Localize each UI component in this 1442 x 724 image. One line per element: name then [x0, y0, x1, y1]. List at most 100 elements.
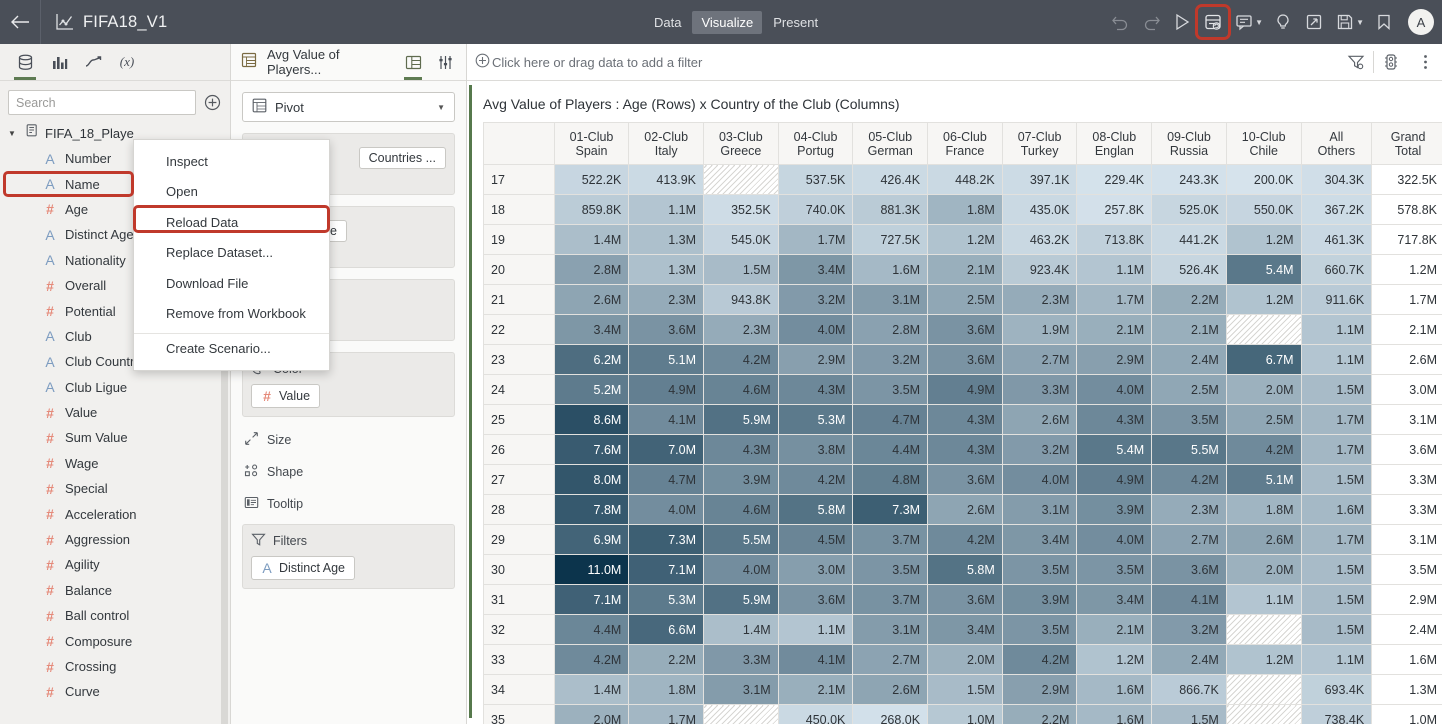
traffic-light-icon[interactable] [1374, 44, 1408, 81]
table-row[interactable]: 212.6M2.3M943.8K3.2M3.1M2.5M2.3M1.7M2.2M… [484, 285, 1442, 315]
pivot-cell[interactable]: 304.3K [1301, 165, 1372, 195]
columns-shelf-pill[interactable]: Countries ... [359, 147, 446, 169]
pivot-cell[interactable]: 2.8M [554, 255, 629, 285]
pivot-cell[interactable]: 2.6M [1002, 405, 1077, 435]
pivot-cell[interactable]: 3.5M [1002, 555, 1077, 585]
pivot-cell[interactable]: 740.0K [778, 195, 853, 225]
table-row[interactable]: 18859.8K1.1M352.5K740.0K881.3K1.8M435.0K… [484, 195, 1442, 225]
pivot-cell[interactable]: 3.9M [1077, 495, 1152, 525]
pivot-cell[interactable]: 3.2M [778, 285, 853, 315]
pivot-cell[interactable]: 4.0M [1002, 465, 1077, 495]
pivot-cell[interactable] [704, 705, 779, 724]
pivot-cell[interactable]: 3.3M [1372, 465, 1442, 495]
pivot-cell[interactable]: 450.0K [778, 705, 853, 724]
pivot-cell[interactable]: 1.7M [778, 225, 853, 255]
insight-bulb-icon[interactable] [1268, 7, 1298, 37]
pivot-cell[interactable]: 2.5M [1226, 405, 1301, 435]
pivot-column-header[interactable]: 10-ClubChile [1226, 123, 1301, 165]
table-row[interactable]: 236.2M5.1M4.2M2.9M3.2M3.6M2.7M2.9M2.4M6.… [484, 345, 1442, 375]
avatar[interactable]: A [1408, 9, 1434, 35]
pivot-cell[interactable]: 397.1K [1002, 165, 1077, 195]
pivot-cell[interactable]: 1.1M [1301, 345, 1372, 375]
pivot-cell[interactable]: 5.3M [629, 585, 704, 615]
context-menu-item[interactable]: Reload Data [134, 207, 329, 238]
pivot-cell[interactable]: 2.6M [1372, 345, 1442, 375]
pivot-cell[interactable]: 4.9M [629, 375, 704, 405]
pivot-cell[interactable]: 1.1M [629, 195, 704, 225]
pivot-cell[interactable]: 3.6M [928, 345, 1003, 375]
pivot-cell[interactable]: 2.1M [1372, 315, 1442, 345]
pivot-cell[interactable]: 1.3M [1372, 675, 1442, 705]
pivot-cell[interactable]: 545.0K [704, 225, 779, 255]
pivot-cell[interactable]: 1.1M [778, 615, 853, 645]
pivot-cell[interactable]: 7.0M [629, 435, 704, 465]
table-row[interactable]: 341.4M1.8M3.1M2.1M2.6M1.5M2.9M1.6M866.7K… [484, 675, 1442, 705]
pivot-cell[interactable]: 3.6M [928, 315, 1003, 345]
color-shelf-pill[interactable]: # Value [251, 384, 320, 408]
pivot-cell[interactable]: 3.5M [1372, 555, 1442, 585]
pivot-column-header[interactable]: 04-ClubPortug [778, 123, 853, 165]
pivot-cell[interactable]: 463.2K [1002, 225, 1077, 255]
pivot-cell[interactable]: 1.0M [928, 705, 1003, 724]
pivot-cell[interactable]: 6.2M [554, 345, 629, 375]
table-row[interactable]: 278.0M4.7M3.9M4.2M4.8M3.6M4.0M4.9M4.2M5.… [484, 465, 1442, 495]
pivot-column-header[interactable]: 06-ClubFrance [928, 123, 1003, 165]
pivot-cell[interactable]: 2.5M [928, 285, 1003, 315]
reload-data-icon[interactable] [1198, 7, 1228, 37]
pivot-cell[interactable]: 4.0M [778, 315, 853, 345]
pivot-cell[interactable]: 3.5M [853, 555, 928, 585]
pivot-cell[interactable]: 4.3M [704, 435, 779, 465]
context-menu-item[interactable]: Inspect [134, 146, 329, 177]
bookmark-icon[interactable] [1369, 7, 1399, 37]
pivot-cell[interactable]: 693.4K [1301, 675, 1372, 705]
pivot-cell[interactable]: 3.8M [778, 435, 853, 465]
pivot-cell[interactable]: 1.5M [928, 675, 1003, 705]
pivot-column-header[interactable]: GrandTotal [1372, 123, 1442, 165]
pivot-row-header[interactable]: 29 [484, 525, 555, 555]
pivot-cell[interactable]: 1.1M [1301, 315, 1372, 345]
pivot-column-header[interactable]: 07-ClubTurkey [1002, 123, 1077, 165]
pivot-cell[interactable]: 4.0M [1077, 375, 1152, 405]
undo-icon[interactable] [1105, 7, 1135, 37]
pivot-cell[interactable] [1226, 675, 1301, 705]
pivot-cell[interactable]: 3.4M [554, 315, 629, 345]
context-menu-item[interactable]: Download File [134, 268, 329, 299]
pivot-cell[interactable]: 3.2M [1152, 615, 1227, 645]
pivot-cell[interactable]: 3.4M [1002, 525, 1077, 555]
pivot-row-header[interactable]: 35 [484, 705, 555, 724]
pivot-row-header[interactable]: 24 [484, 375, 555, 405]
pivot-cell[interactable]: 3.0M [1372, 375, 1442, 405]
table-row[interactable]: 287.8M4.0M4.6M5.8M7.3M2.6M3.1M3.9M2.3M1.… [484, 495, 1442, 525]
table-row[interactable]: 3011.0M7.1M4.0M3.0M3.5M5.8M3.5M3.5M3.6M2… [484, 555, 1442, 585]
pivot-cell[interactable]: 7.3M [629, 525, 704, 555]
pivot-cell[interactable]: 1.3M [629, 255, 704, 285]
table-row[interactable]: 191.4M1.3M545.0K1.7M727.5K1.2M463.2K713.… [484, 225, 1442, 255]
pivot-cell[interactable]: 1.7M [629, 705, 704, 724]
pivot-cell[interactable]: 1.2M [928, 225, 1003, 255]
field-item[interactable]: #Crossing [0, 654, 230, 679]
pivot-cell[interactable]: 1.2M [1226, 645, 1301, 675]
pivot-cell[interactable]: 1.5M [1152, 705, 1227, 724]
pivot-cell[interactable]: 4.2M [1226, 435, 1301, 465]
pivot-cell[interactable]: 3.4M [778, 255, 853, 285]
pivot-cell[interactable]: 3.1M [853, 285, 928, 315]
pivot-cell[interactable]: 4.0M [629, 495, 704, 525]
share-export-icon[interactable] [1299, 7, 1329, 37]
pivot-cell[interactable]: 1.5M [1301, 615, 1372, 645]
pivot-cell[interactable]: 3.6M [1152, 555, 1227, 585]
pivot-cell[interactable]: 2.0M [1226, 375, 1301, 405]
pivot-row-header[interactable]: 17 [484, 165, 555, 195]
pivot-cell[interactable]: 1.7M [1077, 285, 1152, 315]
pivot-cell[interactable]: 3.7M [853, 525, 928, 555]
pivot-cell[interactable]: 5.8M [928, 555, 1003, 585]
pivot-cell[interactable]: 1.5M [1301, 375, 1372, 405]
pivot-cell[interactable]: 1.7M [1301, 435, 1372, 465]
pivot-column-header[interactable]: 02-ClubItaly [629, 123, 704, 165]
pivot-cell[interactable]: 1.2M [1077, 645, 1152, 675]
pivot-cell[interactable]: 5.5M [1152, 435, 1227, 465]
field-item[interactable]: #Curve [0, 679, 230, 704]
pivot-cell[interactable]: 229.4K [1077, 165, 1152, 195]
pivot-cell[interactable]: 1.1M [1077, 255, 1152, 285]
pivot-cell[interactable]: 1.5M [1301, 585, 1372, 615]
pivot-cell[interactable]: 660.7K [1301, 255, 1372, 285]
